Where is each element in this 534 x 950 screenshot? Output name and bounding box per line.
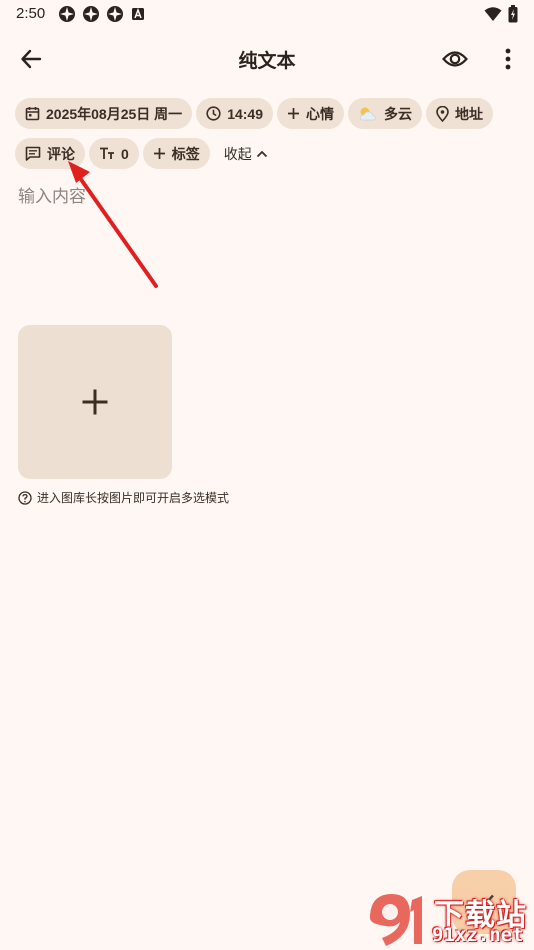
text-size-icon [99, 147, 115, 160]
date-chip[interactable]: 2025年08月25日 周一 [15, 98, 193, 129]
cloudy-icon [358, 106, 378, 122]
gallery-hint-text: 进入图库长按图片即可开启多选模式 [37, 491, 230, 505]
metadata-chips-row-2: 评论 0 标签 收起 [15, 138, 274, 169]
content-input[interactable] [18, 182, 518, 302]
chevron-up-icon [256, 150, 268, 158]
font-notification-icon [132, 7, 144, 20]
plus-icon [82, 389, 108, 415]
comment-icon [25, 146, 41, 161]
location-icon [436, 105, 449, 122]
calendar-icon [25, 106, 40, 121]
preview-button[interactable] [440, 44, 470, 74]
tag-chip-label: 标签 [171, 145, 200, 162]
time-chip-label: 14:49 [227, 105, 263, 122]
app-notification-icon [59, 6, 75, 22]
metadata-chips-row-1: 2025年08月25日 周一 14:49 心情 多云 地址 [15, 98, 493, 129]
mood-chip[interactable]: 心情 [277, 98, 344, 129]
comment-chip-label: 评论 [47, 145, 75, 162]
collapse-button[interactable]: 收起 [214, 138, 274, 169]
date-chip-label: 2025年08月25日 周一 [46, 105, 183, 122]
location-chip-label: 地址 [455, 105, 483, 122]
help-circle-icon [18, 490, 32, 505]
comment-chip[interactable]: 评论 [15, 138, 85, 169]
watermark: 下载站 91xz.net [360, 888, 532, 948]
collapse-label: 收起 [223, 145, 252, 162]
mood-chip-label: 心情 [306, 105, 334, 122]
eye-icon [442, 51, 468, 67]
time-chip[interactable]: 14:49 [196, 98, 273, 129]
battery-icon [508, 5, 518, 23]
location-chip[interactable]: 地址 [426, 98, 493, 129]
watermark-logo [370, 894, 422, 946]
more-options-button[interactable] [494, 44, 522, 74]
plus-icon [153, 147, 166, 160]
watermark-text-bottom: 91xz.net [432, 924, 524, 946]
clock-icon [206, 106, 221, 121]
top-app-bar: 纯文本 [0, 36, 534, 82]
weather-chip-label: 多云 [384, 105, 412, 122]
wifi-icon [484, 7, 502, 21]
status-bar: 2:50 [0, 0, 534, 30]
word-count-chip-label: 0 [121, 145, 129, 162]
word-count-chip[interactable]: 0 [89, 138, 139, 169]
app-notification-icon [107, 6, 123, 22]
weather-chip[interactable]: 多云 [348, 98, 422, 129]
gallery-hint: 进入图库长按图片即可开启多选模式 [18, 489, 229, 506]
tag-chip[interactable]: 标签 [142, 138, 210, 169]
add-image-button[interactable] [18, 325, 172, 479]
plus-icon [287, 107, 300, 120]
more-vert-icon [505, 48, 511, 70]
status-system-icons [484, 5, 518, 23]
app-notification-icon [83, 6, 99, 22]
status-notification-icons [58, 5, 146, 23]
status-time: 2:50 [16, 5, 46, 22]
